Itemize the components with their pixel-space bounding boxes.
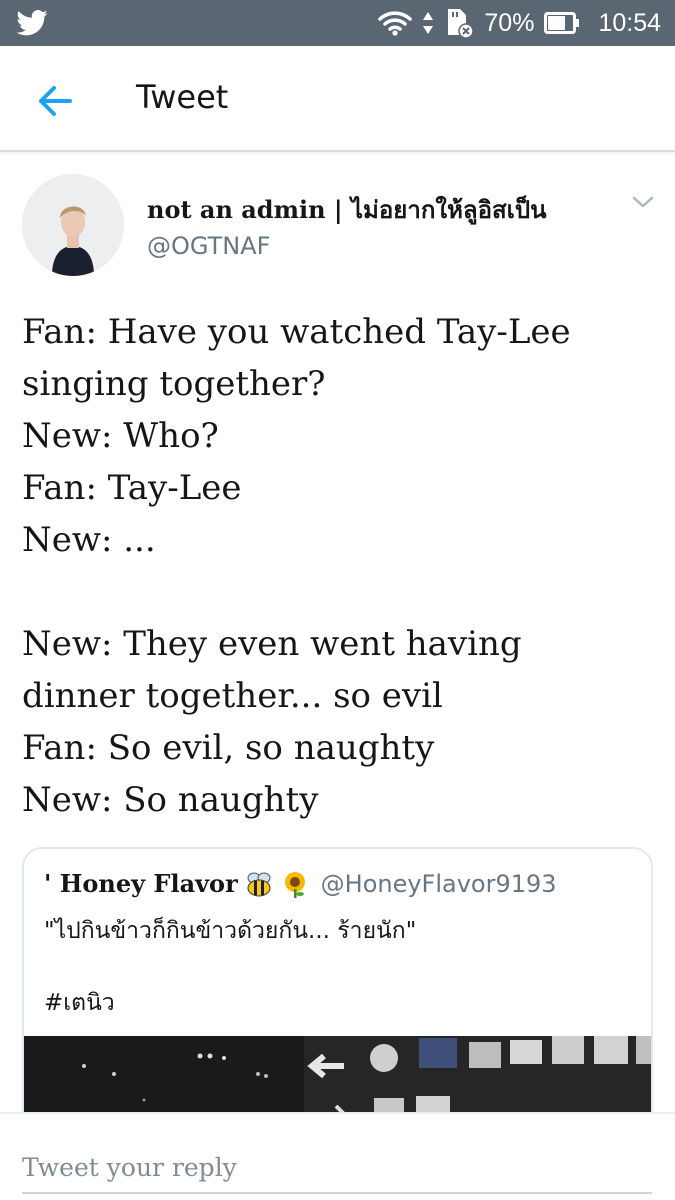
- tweet-line: dinner together... so evil: [22, 676, 443, 716]
- quoted-tweet[interactable]: ' Honey Flavor @HoneyFlavor9193 "ไปกินข้…: [22, 847, 653, 1137]
- app-header: Tweet: [0, 46, 675, 152]
- quoted-hashtag[interactable]: #เตนิว: [44, 985, 115, 1021]
- quoted-tweet-text: "ไปกินข้าวก็กินข้าวด้วยกัน... ร้ายนัก": [44, 918, 417, 944]
- tweet-line: New: Who?: [22, 416, 219, 456]
- arrow-left-icon[interactable]: [30, 76, 80, 126]
- avatar-photo: [22, 174, 124, 276]
- quoted-tweet-header: ' Honey Flavor @HoneyFlavor9193: [44, 869, 557, 899]
- data-arrows-icon: [423, 12, 434, 34]
- page-title: Tweet: [136, 78, 229, 116]
- chevron-down-icon[interactable]: [630, 192, 656, 212]
- quoted-author-handle: @HoneyFlavor9193: [320, 870, 557, 898]
- quoted-author-name: ' Honey Flavor: [44, 869, 238, 898]
- tweet-line: Fan: Tay-Lee: [22, 468, 242, 508]
- tweet-text: Fan: Have you watched Tay-Lee singing to…: [22, 306, 662, 826]
- sd-card-icon: [448, 9, 475, 39]
- clock: 10:54: [598, 8, 661, 37]
- tweet-line: [22, 566, 662, 618]
- status-bar: 70% 10:54: [0, 0, 675, 46]
- twitter-bird-icon: [16, 10, 48, 36]
- tweet-line: Fan: So evil, so naughty: [22, 728, 435, 768]
- reply-input[interactable]: [22, 1142, 652, 1194]
- author-name[interactable]: not an admin | ไม่อยากให้ลูอิสเป็น: [147, 190, 547, 229]
- avatar[interactable]: [22, 174, 124, 276]
- battery-icon: [544, 12, 580, 34]
- tweet-line: New: So naughty: [22, 780, 319, 820]
- tweet-line: New: ...: [22, 520, 156, 560]
- tweet-line: Fan: Have you watched Tay-Lee: [22, 312, 571, 352]
- sunflower-emoji: [285, 872, 305, 898]
- bee-emoji: [247, 872, 271, 897]
- tweet-line: New: They even went having: [22, 624, 522, 664]
- reply-bar: [0, 1112, 675, 1200]
- wifi-icon: [378, 11, 413, 36]
- author-handle[interactable]: @OGTNAF: [147, 232, 270, 260]
- tweet-line: singing together?: [22, 364, 326, 404]
- battery-percentage: 70%: [484, 8, 535, 37]
